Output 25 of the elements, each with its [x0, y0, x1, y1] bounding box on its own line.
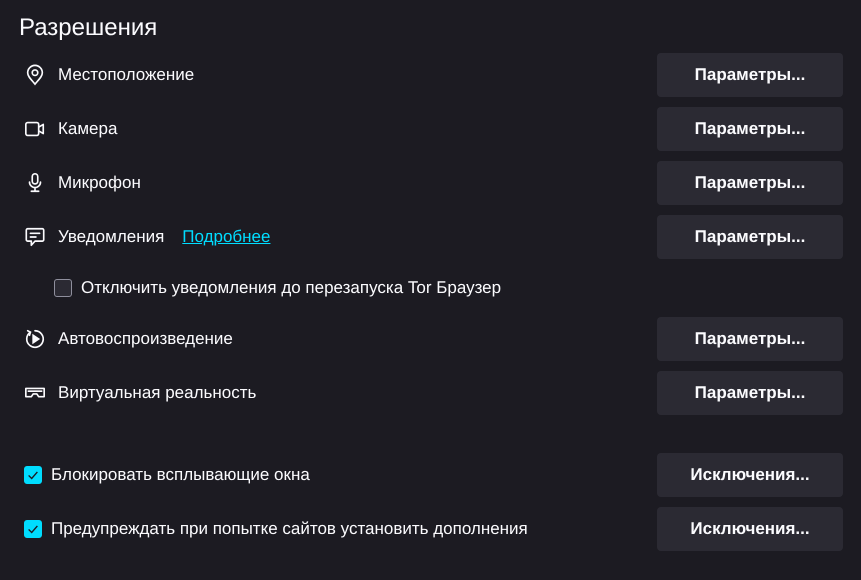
play-circle-icon	[24, 328, 46, 350]
settings-button[interactable]: Параметры...	[657, 53, 843, 97]
permission-label: Виртуальная реальность	[58, 383, 256, 403]
checkbox[interactable]	[54, 279, 72, 297]
checkbox-label: Предупреждать при попытке сайтов установить дополнения	[51, 519, 528, 539]
settings-button[interactable]: Параметры...	[657, 371, 843, 415]
permission-label: Микрофон	[58, 173, 141, 193]
settings-button[interactable]: Параметры...	[657, 161, 843, 205]
permission-label: Местоположение	[58, 65, 194, 85]
checkbox[interactable]	[24, 466, 42, 484]
exceptions-button[interactable]: Исключения...	[657, 507, 843, 551]
checkbox-label: Блокировать всплывающие окна	[51, 465, 310, 485]
permission-label: Камера	[58, 119, 118, 139]
settings-button[interactable]: Параметры...	[657, 107, 843, 151]
permission-label: Автовоспроизведение	[58, 329, 233, 349]
section-title: Разрешения	[19, 14, 158, 42]
checkbox[interactable]	[24, 520, 42, 538]
chat-bubble-icon	[24, 226, 46, 248]
permission-label: Уведомления	[58, 227, 164, 247]
settings-button[interactable]: Параметры...	[657, 215, 843, 259]
learn-more-link[interactable]: Подробнее	[182, 227, 270, 247]
checkbox-label: Отключить уведомления до перезапуска Tor Браузер	[81, 278, 502, 298]
settings-button[interactable]: Параметры...	[657, 317, 843, 361]
exceptions-button[interactable]: Исключения...	[657, 453, 843, 497]
location-pin-icon	[24, 64, 46, 86]
